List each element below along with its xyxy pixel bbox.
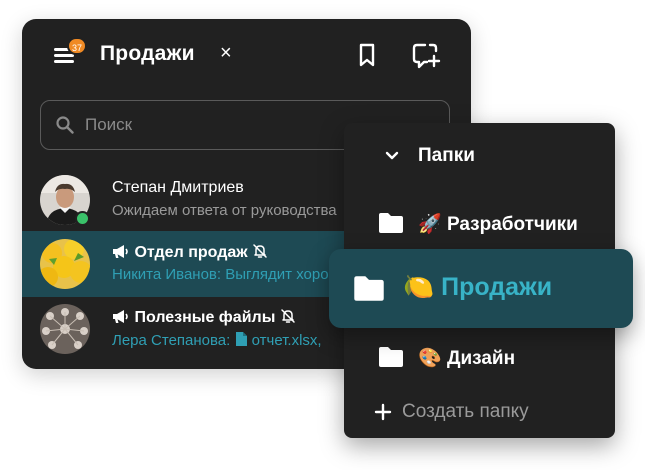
panel-header: 37 Продажи × [22, 19, 471, 91]
chat-preview-row: Никита Иванов: Выглядит хорошо [112, 266, 349, 283]
message-sender: Никита Иванов: [112, 266, 222, 283]
folder-label: 🍋 Продажи [403, 273, 552, 302]
create-folder-button[interactable]: Создать папку [344, 392, 615, 432]
bookmark-icon [359, 43, 375, 67]
chat-name-row: Отдел продаж [112, 243, 268, 262]
chat-name: Степан Дмитриев [112, 179, 244, 196]
close-folder-button[interactable]: × [220, 42, 232, 64]
folders-header-label: Папки [418, 145, 475, 166]
megaphone-icon [113, 310, 128, 323]
message-sender: Лера Степанова: [112, 332, 231, 349]
chat-preview: отчет.xlsx, [251, 332, 322, 349]
new-chat-button[interactable] [411, 41, 441, 69]
megaphone-icon [113, 245, 128, 258]
chat-name: Отдел продаж [134, 244, 248, 261]
folder-emoji: 🍋 [403, 273, 435, 301]
plus-icon [374, 403, 392, 421]
folder-label: 🚀 Разработчики [418, 212, 578, 236]
folder-icon [379, 213, 403, 233]
folder-name: Разработчики [446, 214, 578, 235]
create-folder-label: Создать папку [402, 401, 529, 422]
folders-header[interactable]: Папки [344, 136, 615, 176]
folder-name: Продажи [441, 273, 553, 301]
menu-button[interactable]: 37 [54, 37, 88, 64]
page-title: Продажи [100, 42, 195, 65]
new-chat-icon [412, 43, 441, 69]
folder-item-selected[interactable]: 🍋 Продажи [329, 249, 633, 328]
chat-preview: Ожидаем ответа от руководства [112, 202, 337, 219]
avatar [40, 239, 90, 289]
chat-preview-row: Лера Степанова: отчет.xlsx, [112, 331, 322, 349]
menu-icon-line [54, 54, 74, 57]
chat-name: Полезные файлы [134, 309, 276, 326]
folder-emoji: 🎨 [418, 348, 442, 369]
folder-item[interactable]: 🚀 Разработчики [344, 203, 615, 243]
bookmark-button[interactable] [353, 41, 381, 69]
muted-bell-icon [281, 309, 295, 323]
folder-name: Дизайн [446, 348, 516, 369]
muted-bell-icon [253, 244, 267, 258]
folder-label: 🎨 Дизайн [418, 346, 515, 370]
folder-emoji: 🚀 [418, 214, 442, 235]
folder-item[interactable]: 🎨 Дизайн [344, 337, 615, 377]
search-icon [56, 116, 74, 134]
online-indicator [75, 211, 90, 226]
menu-icon-line [54, 60, 74, 63]
file-icon [235, 332, 247, 346]
chevron-down-icon [385, 151, 399, 160]
unread-badge: 37 [67, 37, 88, 55]
avatar [40, 304, 90, 354]
folder-icon [354, 276, 384, 301]
folder-icon [379, 347, 403, 367]
stage: 37 Продажи × Поиск Степан Дмитриев Ожида… [0, 0, 645, 470]
chat-name-row: Полезные файлы [112, 308, 296, 327]
